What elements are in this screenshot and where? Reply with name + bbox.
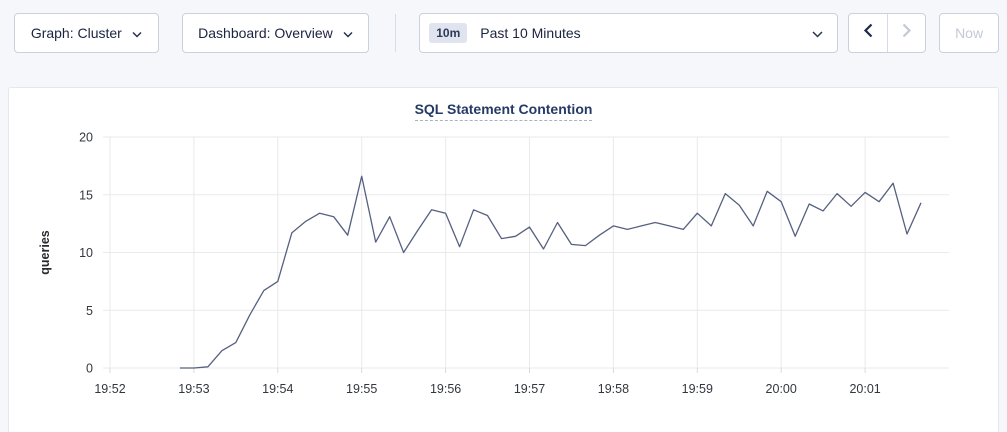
y-tick-label: 5 bbox=[86, 304, 93, 318]
toolbar: Graph: Cluster Dashboard: Overview 10m P… bbox=[0, 0, 1007, 53]
x-tick-label: 19:54 bbox=[262, 382, 293, 396]
x-tick-label: 20:01 bbox=[849, 382, 880, 396]
x-tick-label: 19:57 bbox=[514, 382, 545, 396]
now-button[interactable]: Now bbox=[939, 13, 999, 53]
contention-chart[interactable]: 0 5 10 15 20 19:52 19:53 19:54 19:55 19:56 19:57 19… bbox=[9, 124, 998, 404]
x-tick-label: 19:52 bbox=[94, 382, 125, 396]
chevron-left-icon bbox=[863, 23, 874, 43]
y-tick-label: 0 bbox=[86, 362, 93, 376]
now-button-label: Now bbox=[955, 25, 983, 41]
time-range-badge: 10m bbox=[429, 23, 467, 43]
graph-dropdown[interactable]: Graph: Cluster bbox=[14, 13, 159, 53]
time-range-label: Past 10 Minutes bbox=[480, 25, 812, 41]
y-tick-label: 15 bbox=[79, 188, 93, 202]
x-tick-label: 19:55 bbox=[346, 382, 377, 396]
chevron-down-icon bbox=[343, 31, 353, 38]
time-nav-group bbox=[848, 13, 926, 53]
dashboard-dropdown-label: Dashboard: Overview bbox=[198, 25, 333, 41]
toolbar-divider bbox=[395, 14, 396, 52]
x-tick-label: 19:53 bbox=[178, 382, 209, 396]
x-tick-label: 19:56 bbox=[430, 382, 461, 396]
x-tick-label: 19:58 bbox=[598, 382, 629, 396]
y-tick-label: 20 bbox=[79, 131, 93, 145]
y-axis-label: queries bbox=[38, 230, 52, 275]
time-back-button[interactable] bbox=[849, 14, 887, 52]
series-line bbox=[180, 176, 921, 368]
chevron-down-icon bbox=[132, 31, 142, 38]
y-tick-label: 10 bbox=[79, 246, 93, 260]
chart-title-row: SQL Statement Contention bbox=[9, 101, 998, 123]
chart-panel: SQL Statement Contention 0 5 10 15 20 19:52 19… bbox=[8, 87, 999, 432]
time-forward-button[interactable] bbox=[887, 14, 925, 52]
chart-title[interactable]: SQL Statement Contention bbox=[415, 101, 593, 121]
chevron-down-icon bbox=[812, 30, 823, 38]
x-tick-label: 19:59 bbox=[682, 382, 713, 396]
time-range-picker[interactable]: 10m Past 10 Minutes bbox=[419, 13, 838, 53]
graph-dropdown-label: Graph: Cluster bbox=[31, 25, 122, 41]
x-tick-label: 20:00 bbox=[766, 382, 797, 396]
chevron-right-icon bbox=[901, 23, 912, 43]
dashboard-dropdown[interactable]: Dashboard: Overview bbox=[182, 13, 370, 53]
